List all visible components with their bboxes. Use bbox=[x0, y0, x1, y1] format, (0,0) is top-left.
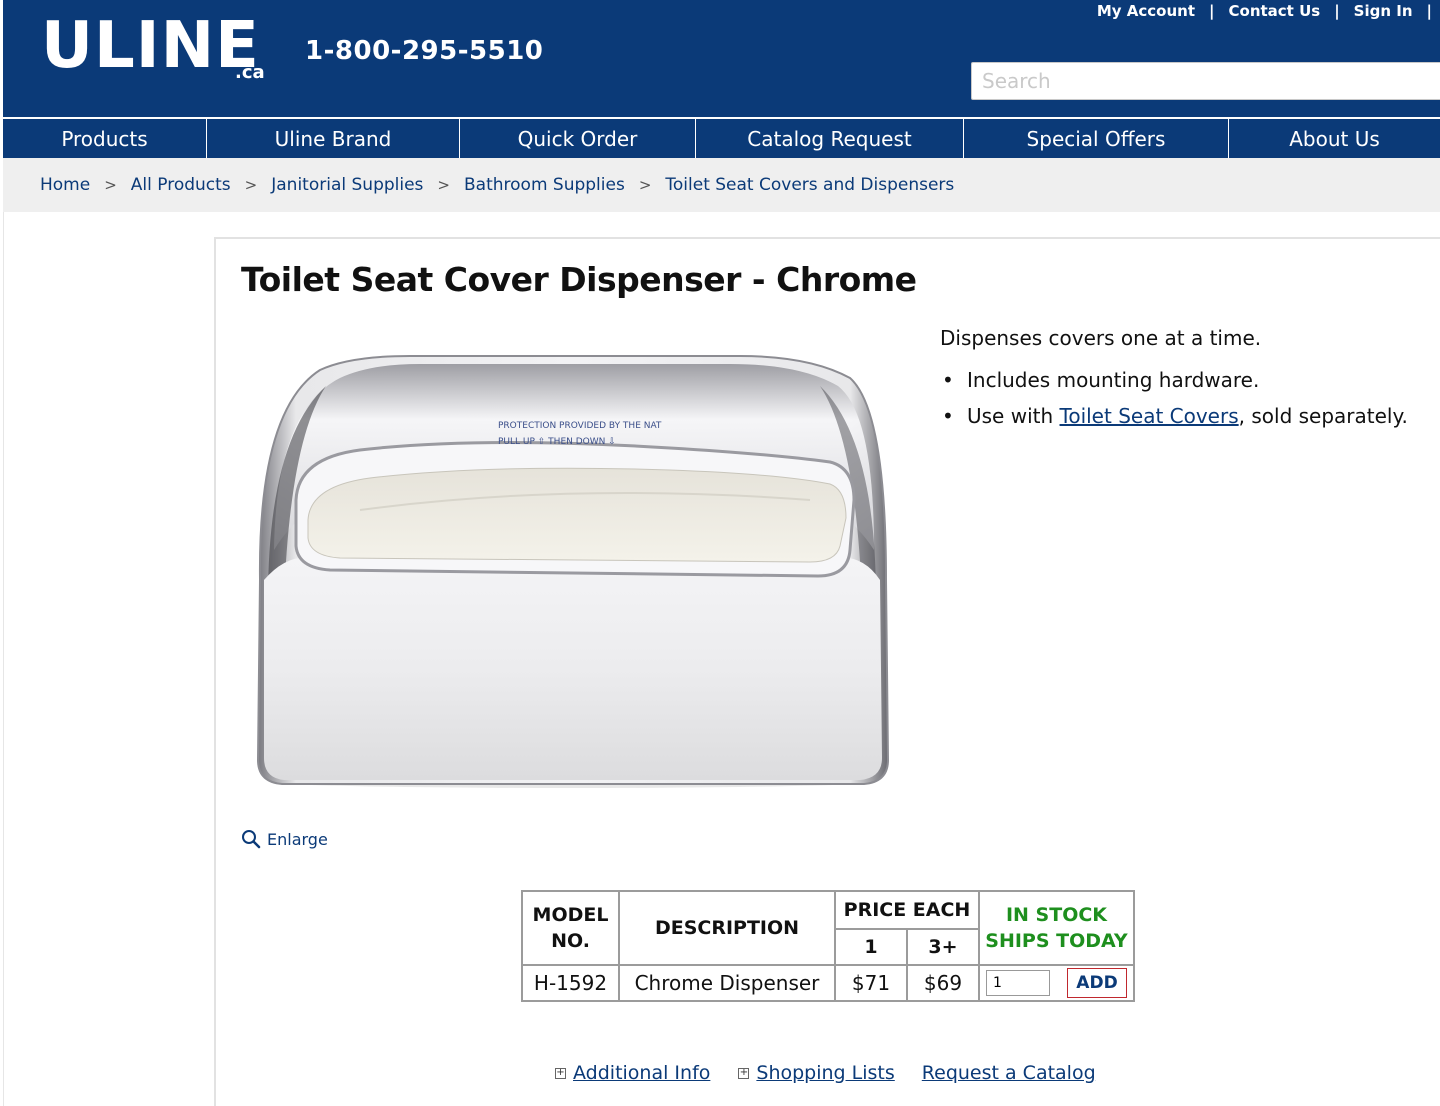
model-header: MODEL NO. bbox=[521, 890, 620, 966]
site-header: ULINE .ca 1-800-295-5510 My Account | Co… bbox=[3, 0, 1440, 117]
link-separator: | bbox=[1334, 2, 1340, 20]
breadcrumb-separator: > bbox=[104, 176, 117, 194]
search-box bbox=[971, 62, 1440, 100]
enlarge-link[interactable]: Enlarge bbox=[241, 829, 328, 849]
toilet-seat-covers-link[interactable]: Toilet Seat Covers bbox=[1060, 404, 1239, 428]
enlarge-label: Enlarge bbox=[267, 829, 328, 849]
feature-item: Includes mounting hardware. bbox=[940, 368, 1430, 392]
nav-quick-order[interactable]: Quick Order bbox=[460, 119, 696, 158]
dispenser-label-line2: PULL UP ⇧ THEN DOWN ⇩ bbox=[498, 437, 616, 447]
left-divider bbox=[3, 212, 4, 1106]
main-nav: Products Uline Brand Quick Order Catalog… bbox=[3, 119, 1440, 158]
nav-about-us[interactable]: About Us bbox=[1229, 119, 1440, 158]
model-header-line1: MODEL bbox=[532, 904, 609, 926]
breadcrumb-separator: > bbox=[437, 176, 450, 194]
feature-text: , sold separately. bbox=[1238, 404, 1408, 428]
price-qty1-cell: $71 bbox=[834, 964, 908, 1002]
in-stock-label: IN STOCK bbox=[1005, 904, 1108, 926]
contact-us-link[interactable]: Contact Us bbox=[1229, 2, 1321, 20]
model-number-cell: H-1592 bbox=[521, 964, 620, 1002]
expand-icon[interactable]: + bbox=[738, 1067, 750, 1079]
stock-status: IN STOCK SHIPS TODAY bbox=[978, 890, 1135, 966]
description-cell: Chrome Dispenser bbox=[618, 964, 836, 1002]
table-header-row: MODEL NO. DESCRIPTION PRICE EACH IN STOC… bbox=[521, 890, 1135, 966]
feature-list: Includes mounting hardware. Use with Toi… bbox=[940, 368, 1430, 428]
description-text: Dispenses covers one at a time. bbox=[940, 326, 1262, 350]
nav-special-offers[interactable]: Special Offers bbox=[964, 119, 1229, 158]
product-title: Toilet Seat Cover Dispenser - Chrome bbox=[241, 260, 917, 299]
quantity-input[interactable] bbox=[986, 970, 1050, 996]
product-image[interactable]: PROTECTION PROVIDED BY THE NAT PULL UP ⇧… bbox=[250, 350, 894, 790]
additional-info-link[interactable]: Additional Info bbox=[573, 1062, 710, 1084]
nav-products[interactable]: Products bbox=[3, 119, 207, 158]
request-catalog-link[interactable]: Request a Catalog bbox=[922, 1062, 1096, 1084]
shopping-lists-link[interactable]: Shopping Lists bbox=[756, 1062, 894, 1084]
table-row: H-1592 Chrome Dispenser $71 $69 ADD bbox=[521, 964, 1135, 1002]
breadcrumb-separator: > bbox=[244, 176, 258, 194]
nav-uline-brand[interactable]: Uline Brand bbox=[207, 119, 460, 158]
pricing-table: MODEL NO. DESCRIPTION PRICE EACH IN STOC… bbox=[521, 890, 1135, 1002]
search-input[interactable] bbox=[972, 63, 1440, 99]
price-qty3-cell: $69 bbox=[906, 964, 980, 1002]
phone-number: 1-800-295-5510 bbox=[305, 36, 544, 66]
breadcrumb-separator: > bbox=[638, 176, 652, 194]
uline-logo[interactable]: ULINE bbox=[41, 14, 260, 78]
breadcrumb: Home > All Products > Janitorial Supplie… bbox=[3, 158, 1440, 212]
breadcrumb-all-products[interactable]: All Products bbox=[131, 175, 231, 195]
link-separator: | bbox=[1426, 2, 1432, 20]
expand-icon[interactable]: + bbox=[555, 1067, 566, 1079]
nav-catalog-request[interactable]: Catalog Request bbox=[696, 119, 964, 158]
dispenser-label-line1: PROTECTION PROVIDED BY THE NAT bbox=[498, 421, 662, 431]
bottom-links: + Additional Info + Shopping Lists Reque… bbox=[555, 1062, 1096, 1084]
breadcrumb-janitorial-supplies[interactable]: Janitorial Supplies bbox=[271, 175, 423, 195]
price-qty1-header: 1 bbox=[834, 928, 908, 966]
add-button[interactable]: ADD bbox=[1067, 968, 1127, 998]
price-qty3-header: 3+ bbox=[906, 928, 980, 966]
breadcrumb-toilet-seat-covers[interactable]: Toilet Seat Covers and Dispensers bbox=[665, 175, 954, 195]
ships-today-label: SHIPS TODAY bbox=[985, 930, 1128, 952]
product-description: Dispenses covers one at a time. Includes… bbox=[940, 326, 1430, 440]
price-each-header: PRICE EACH bbox=[834, 890, 980, 930]
model-header-line2: NO. bbox=[551, 930, 590, 952]
account-links: My Account | Contact Us | Sign In | bbox=[1097, 2, 1432, 20]
feature-text: Use with bbox=[967, 404, 1060, 428]
description-header: DESCRIPTION bbox=[618, 890, 836, 966]
my-account-link[interactable]: My Account bbox=[1097, 2, 1195, 20]
breadcrumb-home[interactable]: Home bbox=[40, 175, 90, 195]
link-separator: | bbox=[1209, 2, 1215, 20]
breadcrumb-bathroom-supplies[interactable]: Bathroom Supplies bbox=[464, 175, 625, 195]
sign-in-link[interactable]: Sign In bbox=[1354, 2, 1413, 20]
logo-country-suffix: .ca bbox=[235, 62, 265, 83]
magnifier-icon bbox=[242, 830, 261, 849]
feature-item: Use with Toilet Seat Covers, sold separa… bbox=[940, 404, 1430, 428]
add-to-cart-cell: ADD bbox=[978, 964, 1135, 1002]
